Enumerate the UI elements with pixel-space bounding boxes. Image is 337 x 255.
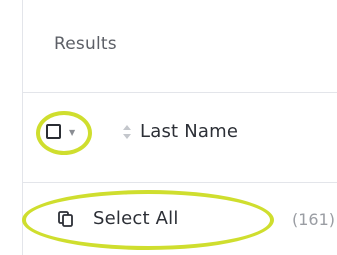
highlight-ring-checkbox — [36, 111, 92, 155]
result-count: (161) — [292, 210, 336, 229]
sort-icon[interactable] — [122, 124, 132, 140]
results-panel: Results ▼ Last Name Select All (161) — [0, 0, 337, 255]
divider — [22, 92, 337, 93]
highlight-ring-select-all — [22, 190, 274, 250]
divider — [22, 182, 337, 183]
panel-title: Results — [54, 34, 117, 54]
column-header-last-name[interactable]: Last Name — [140, 121, 238, 142]
